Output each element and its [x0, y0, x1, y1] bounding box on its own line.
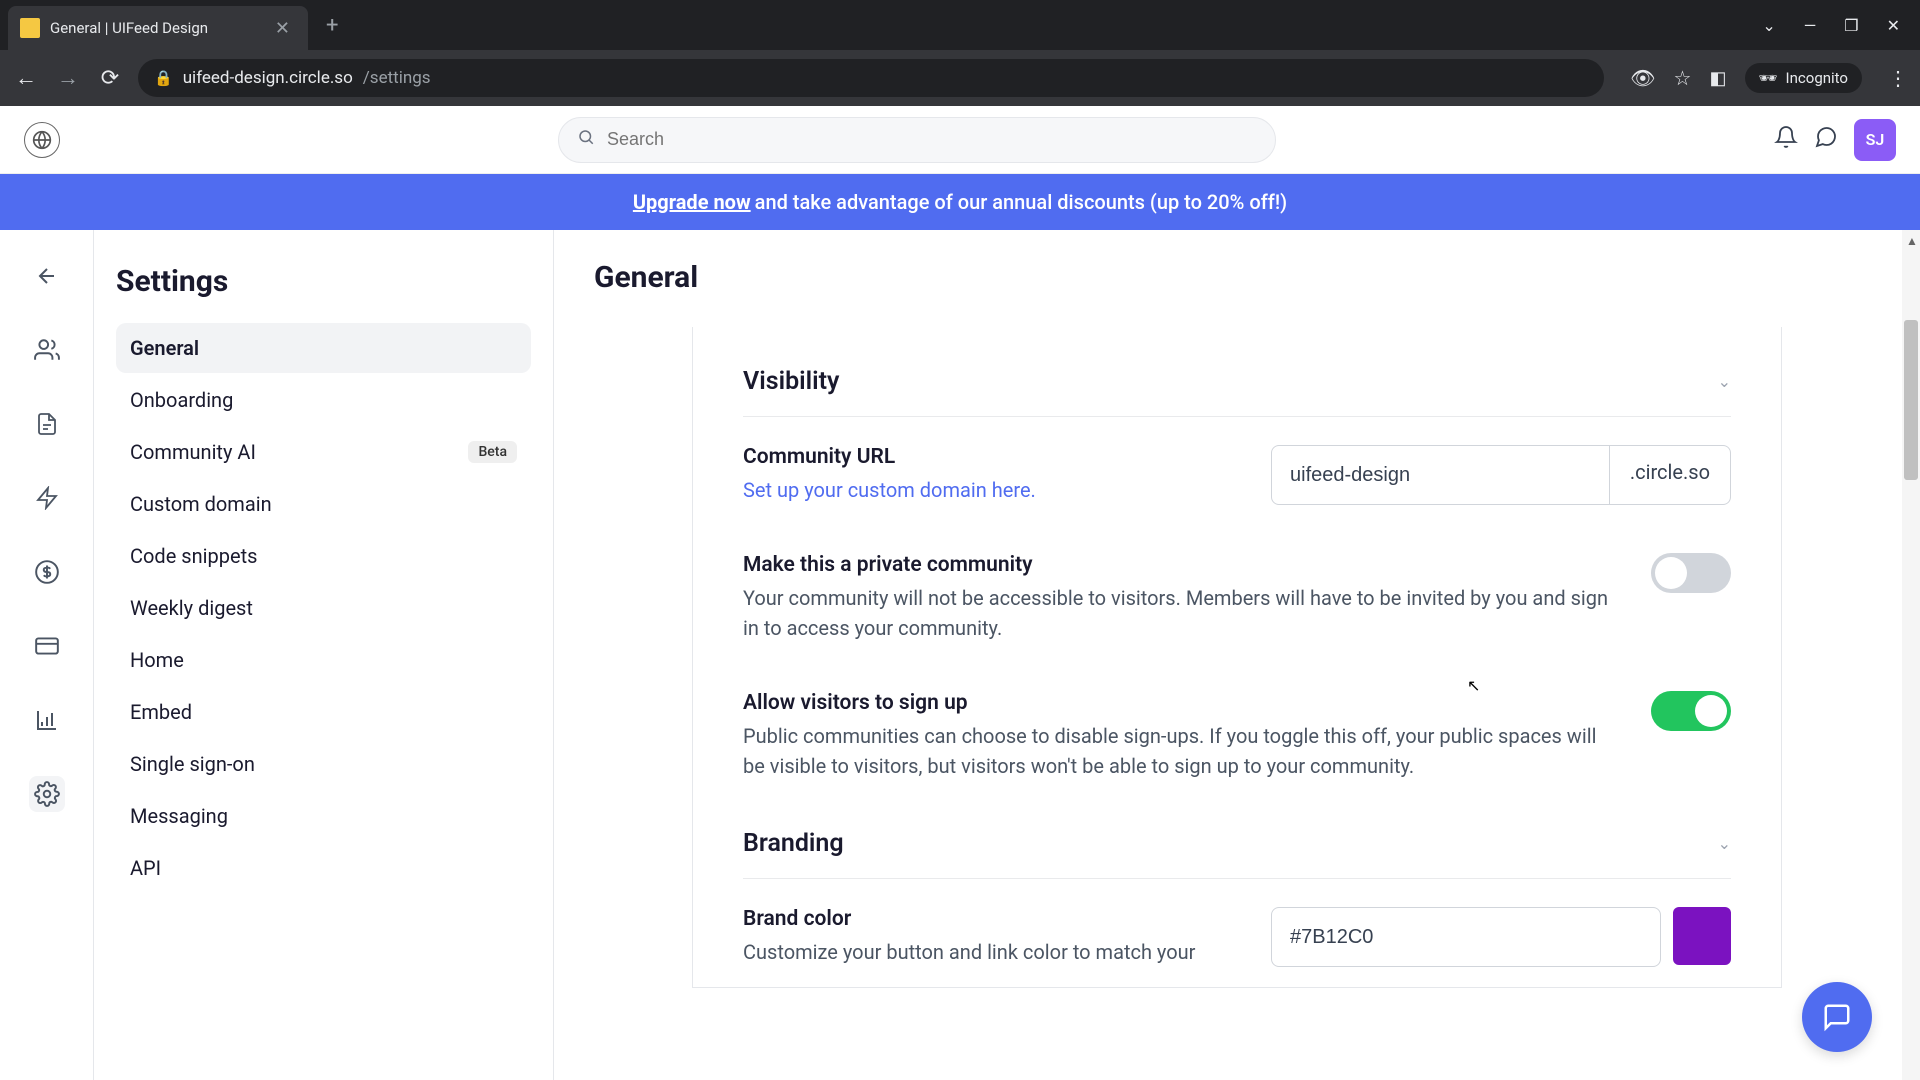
browser-tab-strip: General | UIFeed Design ✕ + ⌄ ― ❐ ✕	[0, 0, 1920, 50]
document-icon[interactable]	[29, 406, 65, 442]
beta-badge: Beta	[468, 441, 517, 463]
sidebar-title: Settings	[116, 264, 531, 299]
banner-text: and take advantage of our annual discoun…	[755, 190, 1287, 214]
brand-color-input[interactable]	[1271, 907, 1661, 967]
chevron-down-icon[interactable]: ⌄	[1718, 372, 1731, 391]
sidebar-item-onboarding[interactable]: Onboarding	[116, 375, 531, 425]
sidebar-item-embed[interactable]: Embed	[116, 687, 531, 737]
app-header: SJ	[0, 106, 1920, 174]
allow-signup-toggle[interactable]	[1651, 691, 1731, 731]
bell-icon[interactable]	[1774, 125, 1798, 155]
allow-signup-label: Allow visitors to sign up	[743, 691, 1621, 715]
private-community-toggle[interactable]	[1651, 553, 1731, 593]
favicon	[20, 18, 40, 38]
sidebar-item-general[interactable]: General	[116, 323, 531, 373]
private-community-label: Make this a private community	[743, 553, 1621, 577]
dollar-icon[interactable]	[29, 554, 65, 590]
incognito-icon: 🕶	[1759, 69, 1778, 87]
community-url-input[interactable]	[1271, 445, 1610, 505]
window-controls: ⌄ ― ❐ ✕	[1762, 16, 1920, 35]
sidebar-item-home[interactable]: Home	[116, 635, 531, 685]
allow-signup-desc: Public communities can choose to disable…	[743, 721, 1621, 781]
url-path: /settings	[363, 68, 431, 88]
url-host: uifeed-design.circle.so	[183, 68, 353, 88]
reload-button[interactable]: ⟳	[96, 66, 124, 91]
scrollbar[interactable]: ▲	[1902, 230, 1920, 1080]
globe-icon[interactable]	[24, 122, 60, 158]
color-swatch[interactable]	[1673, 907, 1731, 965]
close-window-icon[interactable]: ✕	[1887, 16, 1900, 35]
incognito-badge: 🕶 Incognito	[1745, 63, 1863, 93]
browser-menu-icon[interactable]: ⋮	[1888, 66, 1908, 90]
custom-domain-link[interactable]: Set up your custom domain here.	[743, 478, 1036, 502]
address-bar[interactable]: 🔒 uifeed-design.circle.so/settings	[138, 59, 1604, 97]
sidebar-item-api[interactable]: API	[116, 843, 531, 893]
chat-fab[interactable]	[1802, 982, 1872, 1052]
people-icon[interactable]	[29, 332, 65, 368]
sidebar-item-custom-domain[interactable]: Custom domain	[116, 479, 531, 529]
brand-color-label: Brand color	[743, 907, 1241, 931]
icon-rail	[0, 230, 94, 1080]
avatar[interactable]: SJ	[1854, 119, 1896, 161]
search-box[interactable]	[558, 117, 1276, 163]
gear-icon[interactable]	[29, 776, 65, 812]
eye-off-icon[interactable]: 👁	[1630, 66, 1655, 90]
chevron-down-icon[interactable]: ⌄	[1718, 834, 1731, 853]
tab-close-icon[interactable]: ✕	[269, 18, 296, 39]
maximize-icon[interactable]: ❐	[1844, 16, 1858, 35]
branding-heading: Branding	[743, 829, 844, 858]
lock-icon: 🔒	[154, 69, 173, 87]
forward-button[interactable]: →	[54, 65, 82, 91]
search-input[interactable]	[607, 129, 1257, 150]
new-tab-button[interactable]: +	[326, 13, 338, 38]
settings-sidebar: Settings General Onboarding Community AI…	[94, 230, 554, 1080]
sidebar-item-code-snippets[interactable]: Code snippets	[116, 531, 531, 581]
upgrade-link[interactable]: Upgrade now	[633, 190, 751, 214]
content-area: General Visibility ⌄ Community URL Set u…	[554, 230, 1920, 1080]
sidebar-item-community-ai[interactable]: Community AIBeta	[116, 427, 531, 477]
private-community-desc: Your community will not be accessible to…	[743, 583, 1621, 643]
chevron-down-icon[interactable]: ⌄	[1762, 16, 1775, 35]
card-icon[interactable]	[29, 628, 65, 664]
community-url-label: Community URL	[743, 445, 1241, 469]
upgrade-banner: Upgrade now and take advantage of our an…	[0, 174, 1920, 230]
browser-tab[interactable]: General | UIFeed Design ✕	[8, 6, 308, 50]
back-button[interactable]: ←	[12, 65, 40, 91]
incognito-label: Incognito	[1786, 69, 1848, 87]
scroll-thumb[interactable]	[1904, 320, 1918, 480]
settings-card: Visibility ⌄ Community URL Set up your c…	[692, 327, 1782, 988]
sidebar-item-messaging[interactable]: Messaging	[116, 791, 531, 841]
search-icon	[577, 128, 595, 151]
page-title: General	[594, 260, 1880, 295]
brand-color-desc: Customize your button and link color to …	[743, 937, 1241, 967]
browser-toolbar: ← → ⟳ 🔒 uifeed-design.circle.so/settings…	[0, 50, 1920, 106]
chart-icon[interactable]	[29, 702, 65, 738]
back-arrow-icon[interactable]	[29, 258, 65, 294]
sidebar-item-weekly-digest[interactable]: Weekly digest	[116, 583, 531, 633]
tab-title: General | UIFeed Design	[50, 19, 269, 37]
star-icon[interactable]: ☆	[1674, 66, 1692, 90]
url-suffix: .circle.so	[1610, 445, 1731, 505]
sidebar-item-sso[interactable]: Single sign-on	[116, 739, 531, 789]
lightning-icon[interactable]	[29, 480, 65, 516]
visibility-heading: Visibility	[743, 367, 839, 396]
minimize-icon[interactable]: ―	[1804, 16, 1817, 35]
chat-icon[interactable]	[1814, 125, 1838, 155]
extensions-icon[interactable]: ◧	[1709, 68, 1726, 89]
